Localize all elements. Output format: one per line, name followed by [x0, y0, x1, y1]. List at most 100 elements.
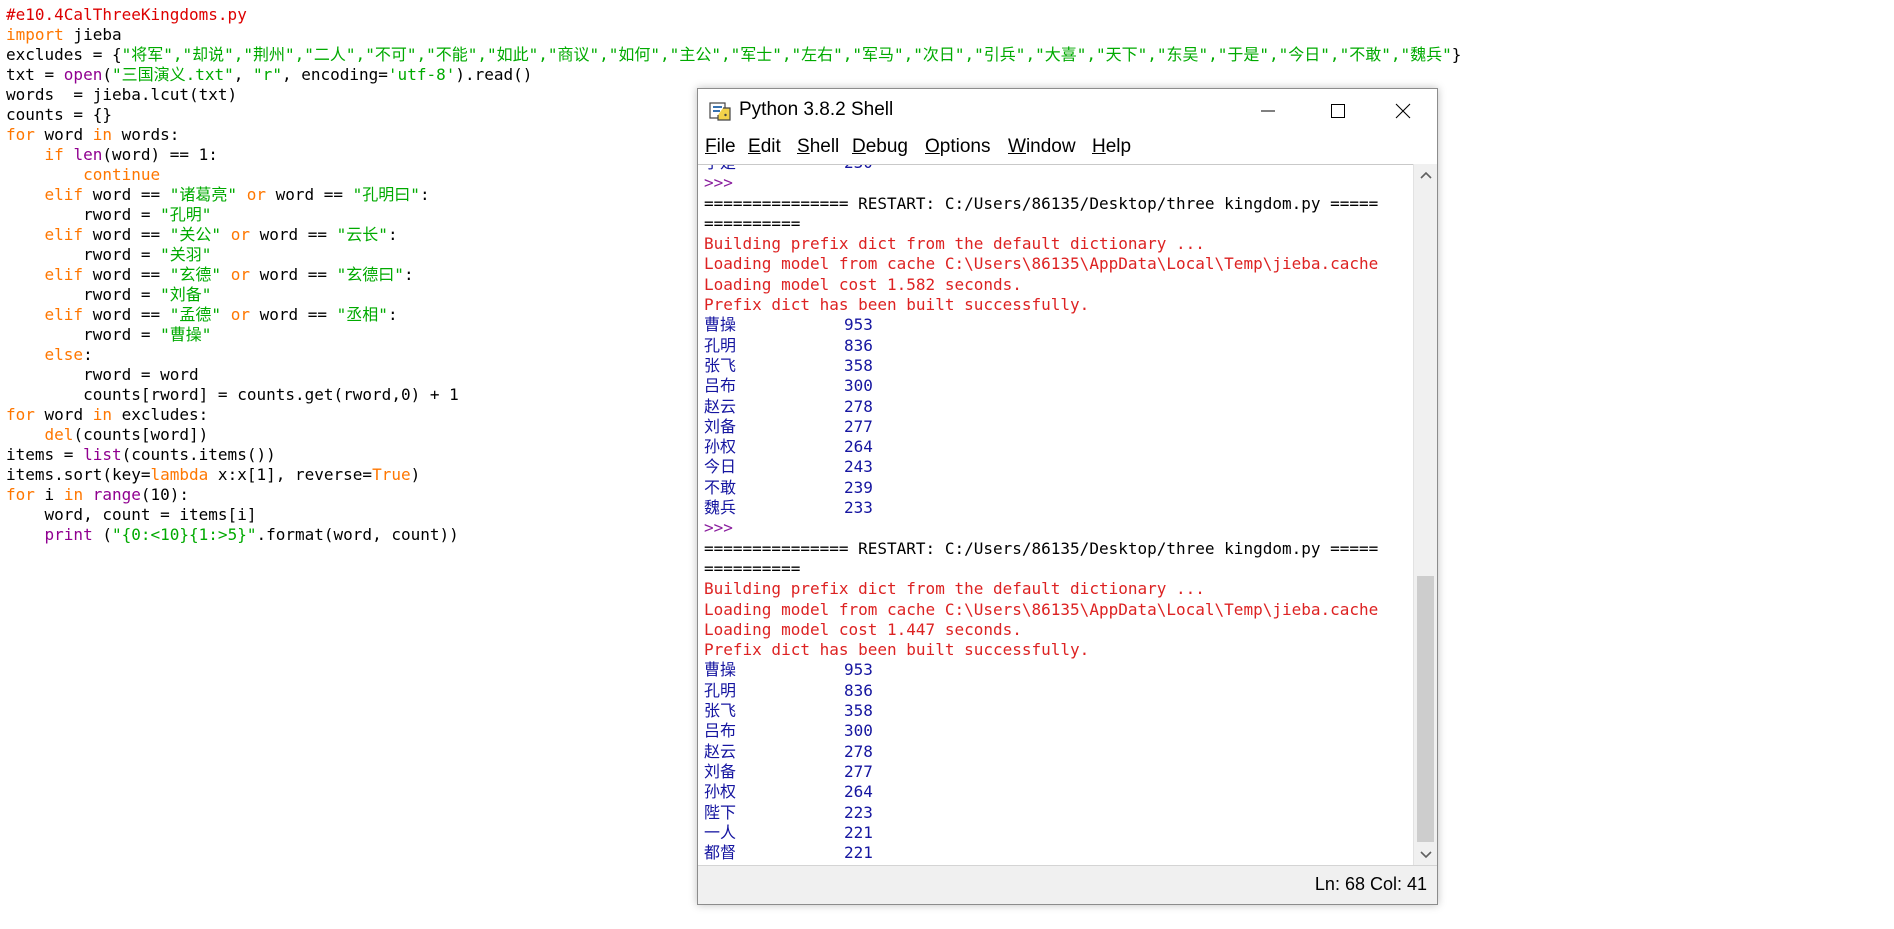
stderr-line: Building prefix dict from the default di…: [704, 234, 1205, 254]
code-token: 'utf-8': [387, 65, 456, 84]
result-row: 陛下 223: [704, 803, 1378, 823]
menu-shell[interactable]: Shell: [797, 136, 839, 158]
code-token: items.sort(key=: [6, 465, 151, 484]
result-word: 曹操: [704, 660, 737, 680]
code-token: "关羽": [160, 245, 212, 264]
status-bar: Ln: 68 Col: 41: [698, 865, 1437, 904]
code-token: :: [83, 345, 93, 364]
result-word: 于是: [704, 165, 736, 172]
result-count: 233: [844, 498, 873, 518]
code-token: len: [73, 145, 103, 164]
result-row: 魏兵 233: [704, 498, 1378, 518]
restart-line: =============== RESTART: C:/Users/86135/…: [704, 193, 1379, 213]
close-button[interactable]: [1368, 89, 1438, 132]
result-word: 张飞: [704, 701, 737, 721]
code-token: word ==: [249, 225, 337, 244]
code-line: import jieba: [6, 25, 1461, 45]
title-bar[interactable]: Python 3.8.2 Shell: [698, 89, 1437, 132]
code-token: words:: [111, 125, 180, 144]
window-title: Python 3.8.2 Shell: [739, 99, 894, 120]
result-word: 孙权: [704, 782, 737, 802]
result-word: 魏兵: [704, 498, 737, 518]
code-token: ).read(): [455, 65, 533, 84]
result-word: 孔明: [704, 680, 737, 700]
result-row: 曹操 953: [704, 315, 1378, 335]
code-token: open: [63, 65, 103, 84]
code-token: counts = {}: [6, 105, 112, 124]
result-row: 赵云 278: [704, 397, 1378, 417]
code-token: word: [34, 125, 93, 144]
code-token: txt =: [6, 65, 64, 84]
code-token: (: [102, 65, 112, 84]
result-word: 刘备: [704, 761, 737, 781]
code-token: elif: [44, 225, 84, 244]
code-token: elif: [44, 265, 84, 284]
code-token: or: [230, 305, 250, 324]
result-row: 曹操 953: [704, 660, 1378, 680]
result-word: 今日: [704, 457, 737, 477]
result-row: 都督 221: [704, 843, 1378, 863]
menu-options[interactable]: Options: [925, 136, 990, 158]
scrollbar-thumb[interactable]: [1417, 576, 1434, 842]
code-token: (counts[word]): [73, 425, 209, 444]
scroll-down-arrow-icon: [1419, 851, 1432, 859]
code-token: word ==: [83, 265, 170, 284]
menu-edit[interactable]: Edit: [748, 136, 781, 158]
python-shell-window[interactable]: Python 3.8.2 Shell File Edit Shell Debug…: [697, 88, 1438, 905]
code-line: #e10.4CalThreeKingdoms.py: [6, 5, 1461, 25]
result-count: 836: [844, 335, 873, 355]
result-count: 221: [844, 843, 873, 863]
code-token: (word) == 1:: [102, 145, 218, 164]
stderr-line: Loading model cost 1.582 seconds.: [704, 274, 1022, 294]
code-token: words = jieba.lcut(txt): [6, 85, 238, 104]
code-token: "丞相": [336, 305, 388, 324]
code-token: "孟德": [169, 305, 222, 324]
result-count: 278: [844, 741, 873, 761]
maximize-button[interactable]: [1303, 89, 1373, 132]
vertical-scrollbar[interactable]: [1413, 164, 1437, 866]
code-token: list: [83, 445, 122, 464]
result-count: 300: [844, 721, 873, 741]
scroll-up-button[interactable]: [1414, 164, 1437, 186]
menu-file[interactable]: File: [705, 136, 736, 158]
result-count: 358: [844, 355, 873, 375]
result-row: 张飞 358: [704, 356, 1378, 376]
result-count: 300: [844, 376, 873, 396]
shell-output-area[interactable]: 于是230>>>=============== RESTART: C:/User…: [698, 164, 1415, 867]
code-token: "刘备": [160, 285, 212, 304]
minimize-button[interactable]: [1233, 89, 1303, 132]
code-token: "玄德": [169, 265, 222, 284]
stderr-line: Loading model from cache C:\Users\86135\…: [704, 599, 1379, 619]
code-token: items =: [6, 445, 84, 464]
code-token: #e10.4CalThreeKingdoms.py: [6, 5, 247, 24]
result-row: 刘备 277: [704, 417, 1378, 437]
code-token: word ==: [265, 185, 353, 204]
menu-help[interactable]: Help: [1092, 136, 1131, 158]
code-token: word, count = items[i]: [6, 505, 257, 524]
scroll-up-arrow-icon: [1419, 171, 1432, 179]
code-token: lambda: [150, 465, 209, 484]
code-token: :: [387, 225, 398, 244]
result-count: 277: [844, 416, 873, 436]
restart-line: =============== RESTART: C:/Users/86135/…: [704, 538, 1379, 558]
stderr-line: Building prefix dict from the default di…: [704, 579, 1205, 599]
scroll-down-button[interactable]: [1414, 844, 1437, 866]
restart-line: ==========: [704, 558, 801, 578]
code-token: word ==: [249, 305, 337, 324]
menu-debug[interactable]: Debug: [852, 136, 908, 158]
result-count: 277: [844, 761, 873, 781]
result-count: 953: [844, 315, 873, 335]
menu-window[interactable]: Window: [1008, 136, 1076, 158]
result-count: 953: [844, 660, 873, 680]
result-word: 孙权: [704, 437, 737, 457]
code-token: "将军","却说","荆州","二人","不可","不能","如此","商议",…: [121, 45, 1452, 64]
result-row: 于是 230: [704, 165, 1378, 173]
code-token: "孔明曰": [352, 185, 420, 204]
